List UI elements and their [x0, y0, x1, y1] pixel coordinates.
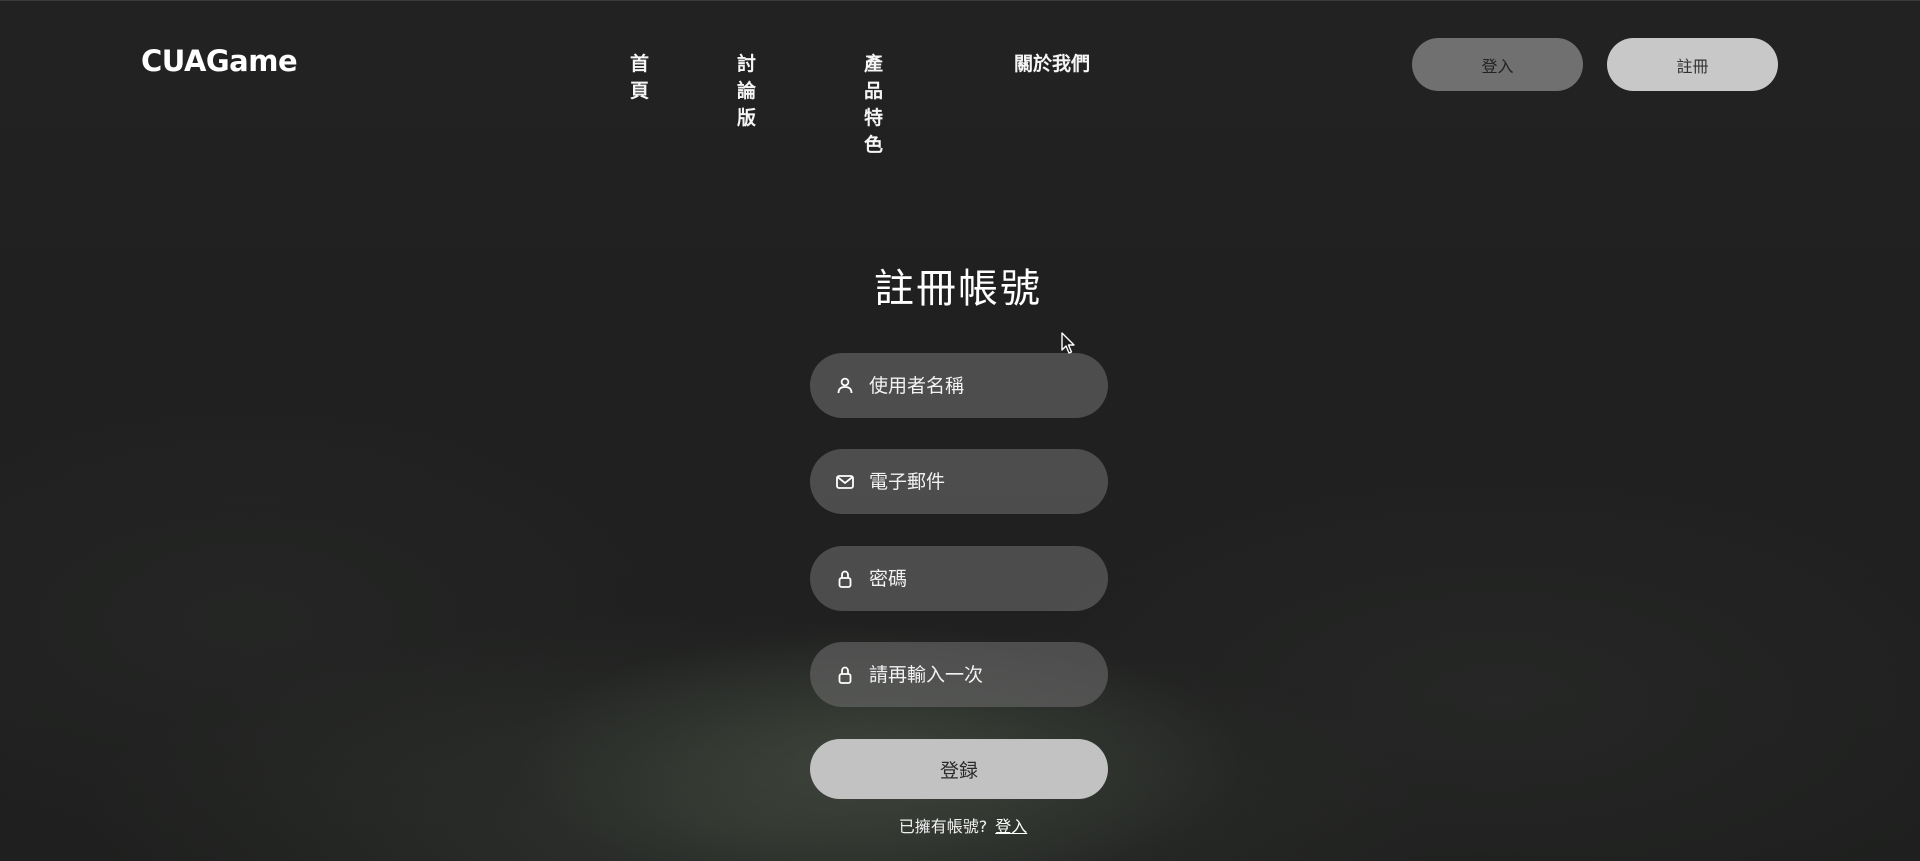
header-register-button[interactable]: 註冊 [1607, 38, 1778, 91]
password-input[interactable] [869, 567, 1089, 590]
mouse-cursor-icon [1061, 332, 1075, 354]
nav-home[interactable]: 首頁 [630, 49, 649, 103]
lock-icon [835, 569, 855, 589]
email-field[interactable] [810, 449, 1108, 514]
nav-features[interactable]: 產品特色 [864, 49, 883, 157]
page-title: 註冊帳號 [874, 266, 1042, 312]
brand-logo[interactable]: CUAGame [141, 44, 298, 78]
lock-icon [835, 665, 855, 685]
nav-about[interactable]: 關於我們 [1014, 49, 1090, 76]
mail-icon [835, 472, 855, 492]
email-input[interactable] [869, 470, 1089, 493]
header-login-button[interactable]: 登入 [1412, 38, 1583, 91]
have-account-text: 已擁有帳號? [898, 817, 988, 836]
submit-button[interactable]: 登録 [810, 739, 1108, 799]
login-prompt: 已擁有帳號? 登入 [0, 813, 1920, 837]
login-link[interactable]: 登入 [995, 817, 1027, 836]
confirm-password-field[interactable] [810, 642, 1108, 707]
page: CUAGame 首頁 討論版 產品特色 關於我們 登入 註冊 註冊帳號 使用者名… [0, 0, 1920, 861]
user-icon [835, 376, 855, 396]
confirm-password-input[interactable] [869, 663, 1089, 686]
username-field[interactable] [810, 353, 1108, 418]
nav-forum[interactable]: 討論版 [737, 49, 756, 130]
username-input[interactable] [869, 374, 1089, 397]
password-field[interactable] [810, 546, 1108, 611]
top-border [0, 0, 1920, 1]
